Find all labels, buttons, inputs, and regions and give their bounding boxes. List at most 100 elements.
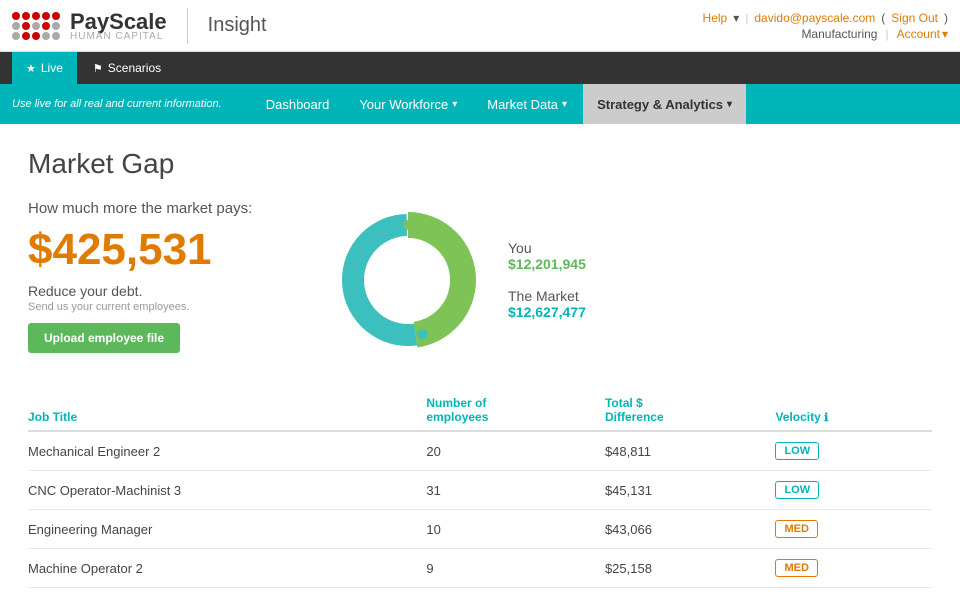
logo-area: PayScale HUMAN CAPITAL Insight <box>12 8 267 44</box>
nav-bar: Use live for all real and current inform… <box>0 84 960 124</box>
divider-pipe: | <box>745 11 748 25</box>
nav-strategy-analytics-label: Strategy & Analytics <box>597 97 723 112</box>
velocity-badge: MED <box>775 520 817 538</box>
signout-link[interactable]: Sign Out <box>891 11 938 25</box>
cell-difference: $25,158 <box>605 549 776 588</box>
cell-velocity: MED <box>775 549 932 588</box>
reduce-text: Reduce your debt. <box>28 283 288 299</box>
legend-area: You $12,201,945 The Market $12,627,477 <box>508 240 586 320</box>
logo-dots <box>12 12 60 40</box>
nav-strategy-analytics[interactable]: Strategy & Analytics ▾ <box>583 84 746 124</box>
dot <box>32 22 40 30</box>
cell-employees: 20 <box>426 431 605 471</box>
velocity-badge: LOW <box>775 442 819 460</box>
table-section: Job Title Number ofemployees Total $Diff… <box>28 388 932 588</box>
you-value: $12,201,945 <box>508 256 586 272</box>
dot <box>22 22 30 30</box>
help-arrow: ▾ <box>733 11 739 25</box>
col-difference: Total $Difference <box>605 388 776 431</box>
cell-velocity: LOW <box>775 471 932 510</box>
paren-close: ) <box>944 11 948 25</box>
paren-open: ( <box>881 11 885 25</box>
you-label: You <box>508 240 586 256</box>
dot <box>22 32 30 40</box>
nav-info-text: Use live for all real and current inform… <box>12 98 222 110</box>
donut-chart <box>328 200 488 360</box>
left-panel: How much more the market pays: $425,531 … <box>28 200 288 353</box>
table-header-row: Job Title Number ofemployees Total $Diff… <box>28 388 932 431</box>
send-text: Send us your current employees. <box>28 301 288 313</box>
legend-market: The Market $12,627,477 <box>508 288 586 320</box>
tab-scenarios-label: Scenarios <box>108 61 161 75</box>
dot <box>12 12 20 20</box>
table-row: Mechanical Engineer 220$48,811LOW <box>28 431 932 471</box>
cell-job-title: Mechanical Engineer 2 <box>28 431 426 471</box>
top-bar: PayScale HUMAN CAPITAL Insight Help ▾ | … <box>0 0 960 52</box>
tab-live-label: Live <box>41 61 63 75</box>
person-icon: ⚑ <box>93 62 103 75</box>
nav-links: Dashboard Your Workforce ▾ Market Data ▾… <box>252 84 746 124</box>
market-value: $12,627,477 <box>508 304 586 320</box>
strategy-analytics-arrow: ▾ <box>727 99 732 110</box>
tab-bar: ★ Live ⚑ Scenarios <box>0 52 960 84</box>
nav-pipe: | <box>885 27 888 41</box>
chart-area: You $12,201,945 The Market $12,627,477 <box>328 200 932 360</box>
account-label: Account <box>897 27 940 41</box>
how-much-label: How much more the market pays: <box>28 200 288 217</box>
product-name: Insight <box>208 14 267 37</box>
dot <box>32 12 40 20</box>
cell-difference: $48,811 <box>605 431 776 471</box>
dot <box>42 32 50 40</box>
dot <box>42 12 50 20</box>
dot <box>42 22 50 30</box>
velocity-badge: LOW <box>775 481 819 499</box>
your-workforce-arrow: ▾ <box>452 99 457 110</box>
market-data-arrow: ▾ <box>562 99 567 110</box>
cell-difference: $45,131 <box>605 471 776 510</box>
table-row: Machine Operator 29$25,158MED <box>28 549 932 588</box>
page-title: Market Gap <box>28 148 932 180</box>
nav-market-data[interactable]: Market Data ▾ <box>473 84 581 124</box>
dot <box>52 12 60 20</box>
cell-employees: 10 <box>426 510 605 549</box>
nav-market-data-label: Market Data <box>487 97 558 112</box>
account-link[interactable]: Account ▾ <box>897 27 948 41</box>
dot <box>12 22 20 30</box>
user-email[interactable]: davido@payscale.com <box>754 11 875 25</box>
help-link[interactable]: Help <box>703 11 728 25</box>
tab-live[interactable]: ★ Live <box>12 52 77 84</box>
dot <box>52 32 60 40</box>
help-area: Help ▾ | davido@payscale.com ( Sign Out … <box>703 11 948 25</box>
dot <box>32 32 40 40</box>
cell-difference: $43,066 <box>605 510 776 549</box>
velocity-info-icon: ℹ <box>824 412 828 424</box>
cell-employees: 31 <box>426 471 605 510</box>
big-amount: $425,531 <box>28 225 288 275</box>
dot <box>12 32 20 40</box>
nav-your-workforce[interactable]: Your Workforce ▾ <box>345 84 471 124</box>
main-content: Market Gap How much more the market pays… <box>0 124 960 612</box>
market-gap-table: Job Title Number ofemployees Total $Diff… <box>28 388 932 588</box>
cell-job-title: Engineering Manager <box>28 510 426 549</box>
nav-dashboard[interactable]: Dashboard <box>252 84 344 124</box>
col-employees: Number ofemployees <box>426 388 605 431</box>
cell-velocity: LOW <box>775 431 932 471</box>
dot <box>22 12 30 20</box>
cell-employees: 9 <box>426 549 605 588</box>
market-gap-section: How much more the market pays: $425,531 … <box>28 200 932 360</box>
account-arrow: ▾ <box>942 27 948 41</box>
col-job-title: Job Title <box>28 388 426 431</box>
cell-job-title: CNC Operator-Machinist 3 <box>28 471 426 510</box>
table-row: Engineering Manager10$43,066MED <box>28 510 932 549</box>
upload-button[interactable]: Upload employee file <box>28 323 180 353</box>
table-row: CNC Operator-Machinist 331$45,131LOW <box>28 471 932 510</box>
company-label: Manufacturing <box>801 27 877 41</box>
logo-subtitle: HUMAN CAPITAL <box>70 31 167 42</box>
market-label: The Market <box>508 288 586 304</box>
dot <box>52 22 60 30</box>
logo-divider <box>187 8 188 44</box>
cell-job-title: Machine Operator 2 <box>28 549 426 588</box>
cell-velocity: MED <box>775 510 932 549</box>
logo-text-area: PayScale HUMAN CAPITAL <box>70 9 167 42</box>
tab-scenarios[interactable]: ⚑ Scenarios <box>79 52 175 84</box>
